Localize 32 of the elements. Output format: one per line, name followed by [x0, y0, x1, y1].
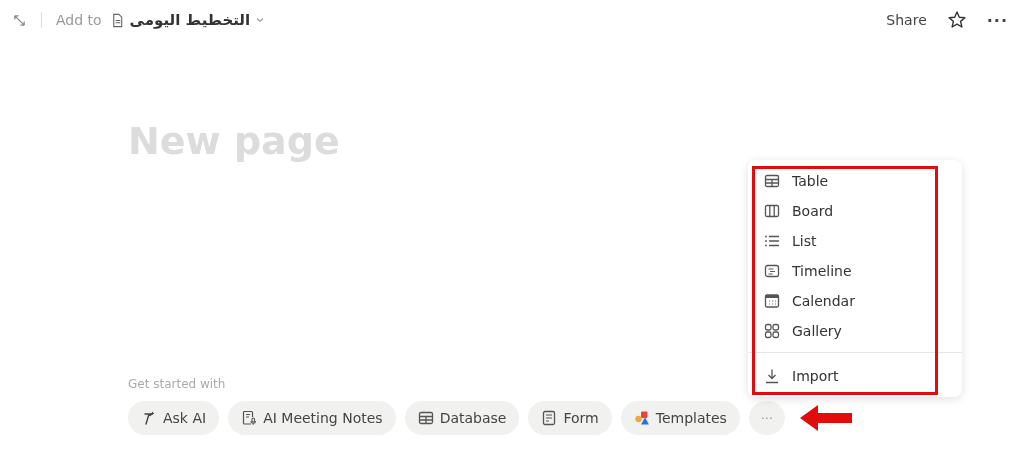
download-icon — [764, 368, 780, 384]
list-icon — [764, 233, 780, 249]
gallery-icon — [764, 323, 780, 339]
star-icon[interactable] — [946, 10, 967, 30]
menu-item[interactable]: Calendar — [748, 286, 962, 316]
get-started-label: Get started with — [128, 377, 226, 391]
suggestion-chip[interactable]: Ask AI — [128, 401, 220, 435]
sparkle-pen-icon — [141, 410, 157, 426]
suggestion-chip[interactable]: Form — [528, 401, 612, 435]
more-button[interactable]: ··· — [982, 8, 1012, 32]
shapes-icon — [633, 410, 650, 426]
menu-item[interactable]: Board — [748, 196, 962, 226]
menu-item[interactable]: Timeline — [748, 256, 962, 286]
calendar-icon — [764, 293, 780, 309]
form-icon — [541, 410, 558, 426]
expand-arrows-icon[interactable] — [12, 12, 27, 28]
menu-item[interactable]: Table — [748, 166, 962, 196]
table-icon — [764, 173, 780, 189]
menu-item[interactable]: Gallery — [748, 316, 962, 346]
menu-item[interactable]: Import — [748, 361, 962, 391]
menu-item[interactable]: List — [748, 226, 962, 256]
share-button[interactable]: Share — [882, 10, 931, 30]
add-to-label: Add to — [56, 12, 102, 28]
suggestion-chip[interactable]: Database — [404, 401, 520, 435]
chevron-down-icon — [255, 15, 266, 25]
timeline-icon — [764, 263, 780, 279]
suggestion-chip[interactable]: Templates — [620, 401, 740, 435]
table-icon — [417, 410, 434, 426]
suggestion-chip[interactable]: AI Meeting Notes — [228, 401, 396, 435]
notes-mic-icon — [241, 410, 258, 426]
page-breadcrumb[interactable]: التخطيط اليومى — [109, 11, 266, 29]
columns-icon — [764, 203, 780, 219]
